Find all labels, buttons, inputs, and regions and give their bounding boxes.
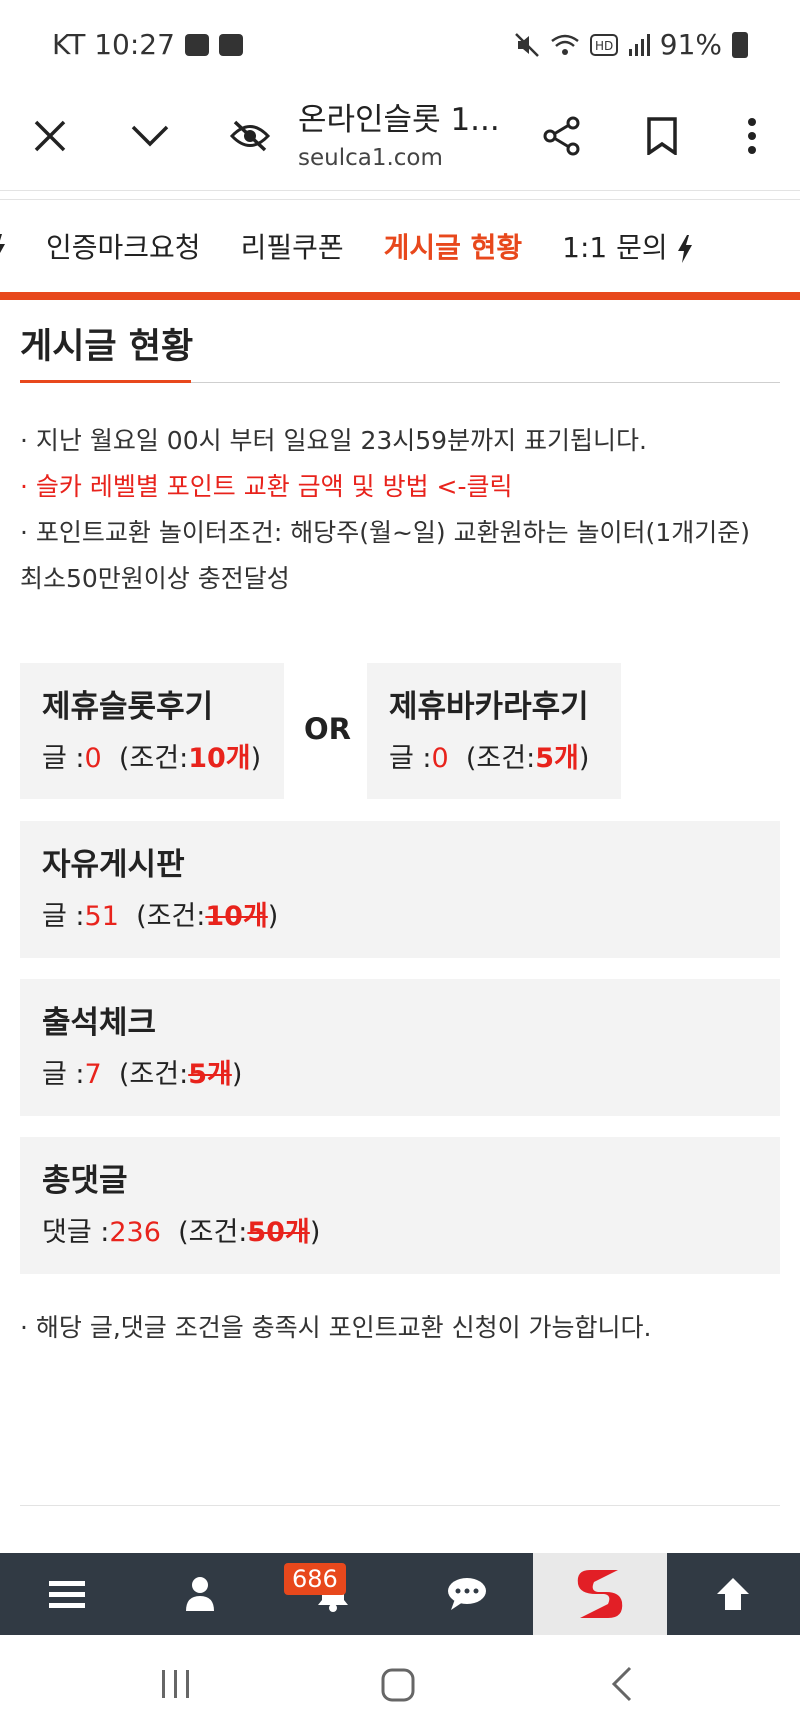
system-nav-bar	[0, 1635, 800, 1734]
minimize-button[interactable]	[120, 106, 180, 166]
notes: · 지난 월요일 00시 부터 일요일 23시59분까지 표기됩니다. · 슬카…	[20, 418, 780, 602]
mute-icon	[514, 32, 539, 57]
close-icon	[34, 120, 66, 152]
footnote: · 해당 글,댓글 조건을 충족시 포인트교환 신청이 가능합니다.	[20, 1313, 652, 1342]
carrier-time: KT 10:27	[52, 28, 175, 61]
gallery-icon	[184, 33, 209, 56]
card-count-line: 글 :7 (조건:5개)	[42, 1059, 243, 1090]
tab-refill-coupon[interactable]: 리필쿠폰	[221, 226, 364, 266]
battery-icon	[732, 31, 748, 58]
bolt-icon	[677, 235, 692, 263]
arrow-up-icon	[717, 1578, 750, 1610]
share-button[interactable]	[532, 106, 592, 166]
chat-button[interactable]	[400, 1553, 533, 1635]
tab-partial[interactable]	[0, 230, 26, 263]
card-title: 제휴바카라후기	[389, 689, 589, 725]
condition-value: 10개	[205, 901, 268, 932]
page-title-block[interactable]: 온라인슬롯 1... seulca1.com	[298, 94, 528, 171]
note-exchange-link[interactable]: · 슬카 레벨별 포인트 교환 금액 및 방법 <-클릭	[20, 464, 780, 510]
title-accent-bar	[20, 380, 191, 383]
card-attendance[interactable]: 출석체크 글 :7 (조건:5개)	[20, 979, 780, 1116]
card-count-line: 글 :0 (조건:10개)	[42, 743, 262, 774]
scroll-top-button[interactable]	[667, 1553, 800, 1635]
more-button[interactable]	[722, 106, 782, 166]
wifi-icon	[551, 34, 579, 55]
condition-value: 50개	[247, 1217, 310, 1248]
tab-post-status[interactable]: 게시글 현황	[364, 226, 543, 266]
page-title: 온라인슬롯 1...	[298, 102, 500, 138]
profile-button[interactable]	[133, 1553, 266, 1635]
or-label: OR	[304, 712, 351, 746]
tab-cert-mark[interactable]: 인증마크요청	[26, 226, 221, 266]
condition-value: 5개	[535, 743, 579, 774]
more-vertical-icon	[748, 118, 756, 154]
card-free-board[interactable]: 자유게시판 글 :51 (조건:10개)	[20, 821, 780, 958]
bookmark-button[interactable]	[632, 106, 692, 166]
app-bottom-bar	[0, 1553, 800, 1635]
card-slot-review[interactable]: 제휴슬롯후기 글 :0 (조건:10개)	[20, 663, 284, 799]
eye-off-icon	[229, 120, 271, 152]
battery-percent: 91%	[659, 28, 722, 61]
youtube-icon	[218, 33, 243, 56]
menu-button[interactable]	[0, 1553, 133, 1635]
bookmark-icon	[647, 117, 677, 155]
notification-badge: 686	[284, 1563, 346, 1595]
post-count: 0	[84, 743, 102, 774]
card-title: 자유게시판	[42, 847, 185, 883]
recents-icon[interactable]	[160, 1669, 192, 1699]
card-title: 총댓글	[42, 1163, 128, 1199]
card-total-comments[interactable]: 총댓글 댓글 :236 (조건:50개)	[20, 1137, 780, 1274]
comment-count: 236	[109, 1217, 161, 1248]
back-icon[interactable]	[610, 1665, 634, 1703]
hd-icon: HD	[589, 33, 618, 56]
hamburger-icon	[48, 1581, 85, 1608]
post-count: 0	[431, 743, 449, 774]
card-title: 제휴슬롯후기	[42, 689, 214, 725]
condition-value: 5개	[188, 1059, 232, 1090]
post-count: 7	[84, 1059, 102, 1090]
post-count: 51	[84, 901, 119, 932]
site-logo-icon	[577, 1570, 623, 1618]
status-right: HD 91%	[514, 28, 748, 61]
note-period: · 지난 월요일 00시 부터 일요일 23시59분까지 표기됩니다.	[20, 426, 647, 455]
condition-value: 10개	[188, 743, 251, 774]
card-title: 출석체크	[42, 1005, 157, 1041]
status-left: KT 10:27	[52, 28, 243, 61]
chat-icon	[447, 1578, 486, 1610]
tab-nav: 인증마크요청 리필쿠폰 게시글 현황 1:1 문의	[0, 200, 800, 292]
browser-toolbar: 온라인슬롯 1... seulca1.com	[0, 90, 800, 190]
card-count-line: 글 :0 (조건:5개)	[389, 743, 590, 774]
close-button[interactable]	[20, 106, 80, 166]
bolt-icon	[0, 233, 5, 253]
note-condition: · 포인트교환 놀이터조건: 해당주(월~일) 교환원하는 놀이터(1개기준) …	[20, 518, 750, 593]
privacy-button[interactable]	[220, 106, 280, 166]
section-title: 게시글 현황	[20, 327, 194, 367]
user-icon	[185, 1577, 214, 1611]
home-icon[interactable]	[380, 1667, 416, 1703]
signal-icon	[628, 33, 650, 56]
nav-underline	[0, 292, 800, 300]
share-icon	[543, 116, 580, 156]
card-count-line: 글 :51 (조건:10개)	[42, 901, 279, 932]
home-logo-button[interactable]	[533, 1553, 667, 1635]
divider	[0, 190, 800, 200]
page-url: seulca1.com	[298, 145, 443, 171]
status-bar: KT 10:27 HD 91%	[0, 0, 800, 90]
svg-text:HD: HD	[595, 39, 613, 53]
card-count-line: 댓글 :236 (조건:50개)	[42, 1217, 321, 1248]
chevron-down-icon	[131, 125, 169, 147]
tab-inquiry[interactable]: 1:1 문의	[542, 226, 712, 266]
card-baccarat-review[interactable]: 제휴바카라후기 글 :0 (조건:5개)	[367, 663, 621, 799]
divider	[20, 1505, 780, 1506]
